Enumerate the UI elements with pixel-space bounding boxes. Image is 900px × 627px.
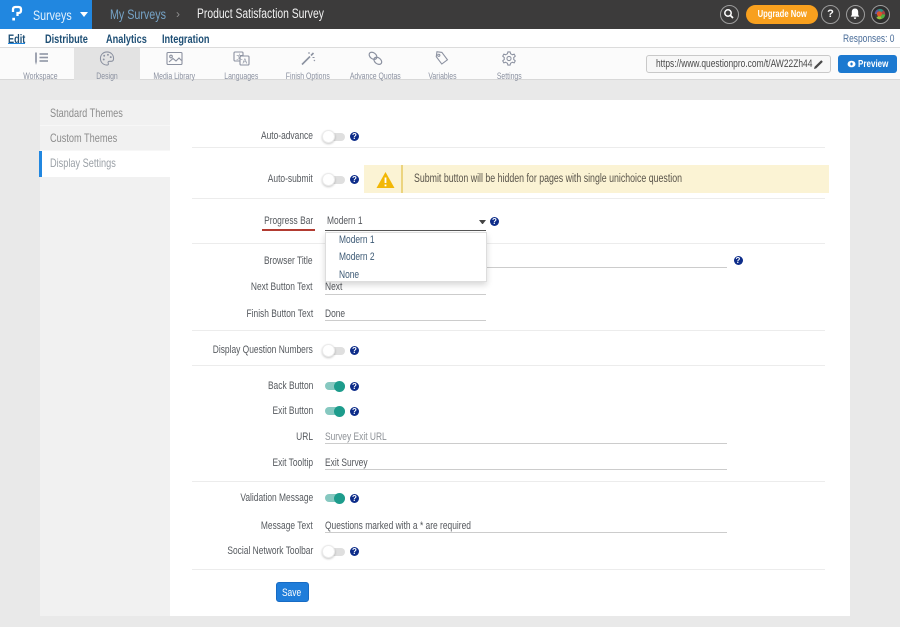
svg-text:A: A bbox=[242, 59, 247, 66]
